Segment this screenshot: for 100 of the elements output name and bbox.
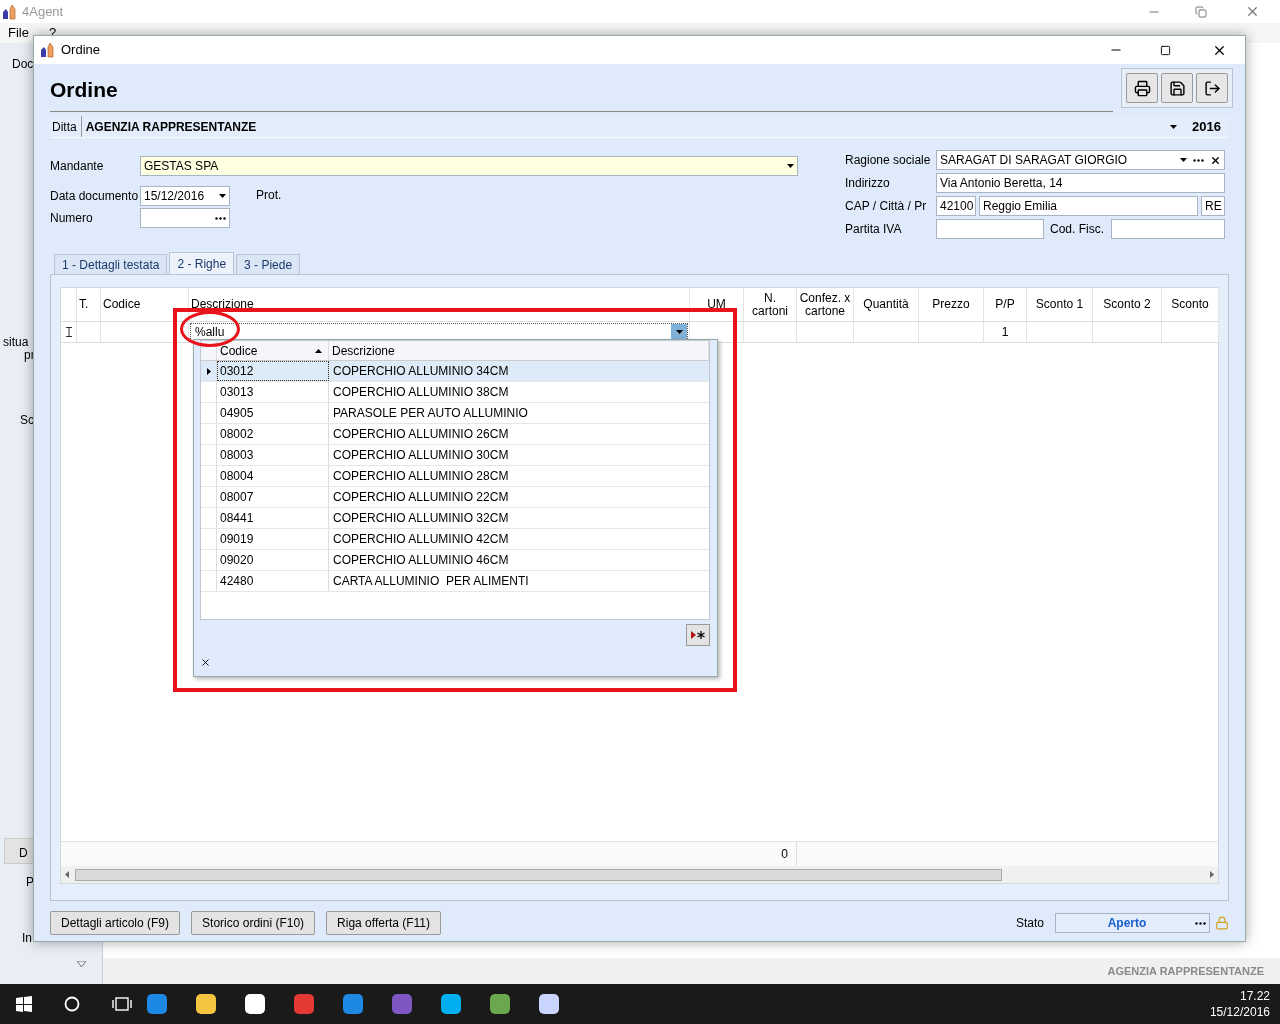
status-label: Stato	[1015, 915, 1044, 932]
maximize-icon[interactable]	[1160, 44, 1171, 56]
lookup-field[interactable]	[140, 208, 230, 228]
lookup-row[interactable]: 08003 COPERCHIO ALLUMINIO 30CM	[201, 445, 709, 466]
search-icon[interactable]	[64, 996, 80, 1012]
table-cell-text: COPERCHIO ALLUMINIO 30CM	[333, 447, 509, 464]
taskbar-app-icon[interactable]	[537, 992, 561, 1016]
column-header[interactable]: Sconto	[1171, 298, 1209, 311]
postal-code-field[interactable]: 42100	[936, 196, 976, 216]
panel-tab[interactable]: Doc	[12, 55, 34, 73]
table-cell-text: 42480	[220, 573, 254, 590]
city-field[interactable]: Reggio Emilia	[979, 196, 1198, 216]
taskbar-app-icon[interactable]	[488, 992, 512, 1016]
table-cell-text: 08003	[220, 447, 254, 464]
column-header[interactable]: P/P	[995, 298, 1015, 311]
clock-date: 15/12/2016	[1209, 1004, 1270, 1020]
lookup-row[interactable]: 08441 COPERCHIO ALLUMINIO 32CM	[201, 508, 709, 529]
lookup-row[interactable]: 09020 COPERCHIO ALLUMINIO 46CM	[201, 550, 709, 571]
action-button[interactable]: Storico ordini (F10)	[191, 911, 316, 935]
status-field[interactable]: Aperto	[1055, 913, 1210, 933]
column-header[interactable]: T.	[79, 298, 89, 311]
field-label: Partita IVA	[845, 221, 903, 238]
panel-label: situa	[3, 334, 29, 351]
taskbar-app-icon[interactable]	[243, 992, 267, 1016]
column-header[interactable]: Sconto 1	[1035, 298, 1084, 311]
caret-icon	[675, 330, 683, 334]
restore-icon[interactable]	[1195, 5, 1207, 18]
table-cell-text: COPERCHIO ALLUMINIO 32CM	[333, 510, 509, 527]
print-button[interactable]	[1126, 73, 1158, 103]
tab[interactable]: 1 - Dettagli testata	[54, 254, 168, 274]
column-header[interactable]: N. cartoni	[746, 291, 794, 318]
column-header[interactable]: Prezzo	[932, 298, 970, 311]
table-cell-text: COPERCHIO ALLUMINIO 34CM	[333, 363, 509, 380]
lookup-row[interactable]: 03012 COPERCHIO ALLUMINIO 34CM	[201, 361, 709, 382]
lookup-row[interactable]: 09019 COPERCHIO ALLUMINIO 42CM	[201, 529, 709, 550]
table-cell-text: CARTA ALLUMINIO PER ALIMENTI	[333, 573, 529, 590]
table-cell-text: 03013	[220, 384, 254, 401]
customer-combo-field[interactable]: SARAGAT DI SARAGAT GIORGIO	[936, 150, 1225, 170]
field-label: Numero	[50, 210, 94, 227]
tax-code-field[interactable]	[1111, 219, 1225, 239]
province-field[interactable]: RE	[1201, 196, 1225, 216]
exit-button[interactable]	[1196, 73, 1228, 103]
clock-time: 17.22	[1239, 988, 1270, 1004]
taskbar-app-icon[interactable]	[439, 992, 463, 1016]
table-cell-text: COPERCHIO ALLUMINIO 42CM	[333, 531, 509, 548]
field-label: Indirizzo	[845, 175, 891, 192]
scroll-right-icon[interactable]	[1210, 871, 1214, 878]
total-value: 0	[781, 846, 788, 863]
close-icon[interactable]	[200, 657, 211, 668]
ellipsis-icon	[1195, 921, 1206, 925]
lookup-row[interactable]: 08004 COPERCHIO ALLUMINIO 28CM	[201, 466, 709, 487]
table-cell-text: 08441	[220, 510, 254, 527]
dropdown-button[interactable]	[671, 324, 687, 340]
taskbar-app-icon[interactable]	[194, 992, 218, 1016]
column-header[interactable]: Codice	[103, 298, 141, 311]
lookup-row[interactable]: 08007 COPERCHIO ALLUMINIO 22CM	[201, 487, 709, 508]
ellipsis-icon	[1193, 158, 1204, 162]
column-header[interactable]: Sconto 2	[1103, 298, 1151, 311]
column-header[interactable]: Codice	[220, 341, 315, 360]
annotation-ellipse	[180, 311, 240, 347]
caret-icon	[1180, 158, 1187, 162]
scroll-left-icon[interactable]	[65, 871, 69, 878]
horizontal-scrollbar[interactable]	[61, 866, 1218, 883]
expand-arrow-icon[interactable]	[77, 961, 86, 967]
scrollbar-thumb[interactable]	[75, 868, 1002, 881]
app-logo-icon	[40, 42, 56, 58]
menu-item[interactable]: File	[8, 23, 29, 43]
column-header[interactable]: Descrizione	[332, 341, 705, 360]
windows-start-icon[interactable]	[16, 996, 32, 1012]
lookup-row[interactable]: 08002 COPERCHIO ALLUMINIO 26CM	[201, 424, 709, 445]
column-header[interactable]: UM	[707, 298, 726, 311]
ellipsis-icon	[215, 216, 226, 220]
action-button[interactable]: Dettagli articolo (F9)	[50, 911, 181, 935]
lookup-row[interactable]: 03013 COPERCHIO ALLUMINIO 38CM	[201, 382, 709, 403]
field-label: Data documento	[50, 188, 140, 205]
tab[interactable]: 2 - Righe	[169, 252, 235, 274]
save-button[interactable]	[1161, 73, 1193, 103]
address-field[interactable]: Via Antonio Beretta, 14	[936, 173, 1225, 193]
field-label: Cod. Fisc.	[1049, 221, 1105, 238]
column-header[interactable]: Quantità	[863, 298, 909, 311]
table-cell-text: 09020	[220, 552, 254, 569]
table-cell-text: COPERCHIO ALLUMINIO 46CM	[333, 552, 509, 569]
dialog-title: Ordine	[61, 41, 102, 60]
lookup-row[interactable]: 42480 CARTA ALLUMINIO PER ALIMENTI	[201, 571, 709, 592]
column-header[interactable]: Descrizione	[191, 298, 254, 311]
caret-icon	[1170, 124, 1178, 129]
lookup-row[interactable]: 04905 PARASOLE PER AUTO ALLUMINIO	[201, 403, 709, 424]
new-record-button[interactable]	[686, 624, 710, 646]
clear-icon[interactable]	[1210, 154, 1221, 166]
dropdown-field[interactable]: 15/12/2016	[140, 186, 230, 206]
table-cell-text: COPERCHIO ALLUMINIO 26CM	[333, 426, 509, 443]
tab[interactable]: 3 - Piede	[236, 254, 301, 274]
dropdown-field[interactable]: GESTAS SPA	[140, 156, 798, 176]
grid-row[interactable]: %allu 1	[61, 322, 1218, 343]
caret-icon	[219, 194, 226, 198]
task-view-icon[interactable]	[112, 997, 132, 1011]
column-header[interactable]: Confez. x cartone	[799, 291, 851, 318]
vat-number-field[interactable]	[936, 219, 1044, 239]
action-button[interactable]: Riga offerta (F11)	[326, 911, 442, 935]
company-label: Ditta	[50, 116, 82, 137]
